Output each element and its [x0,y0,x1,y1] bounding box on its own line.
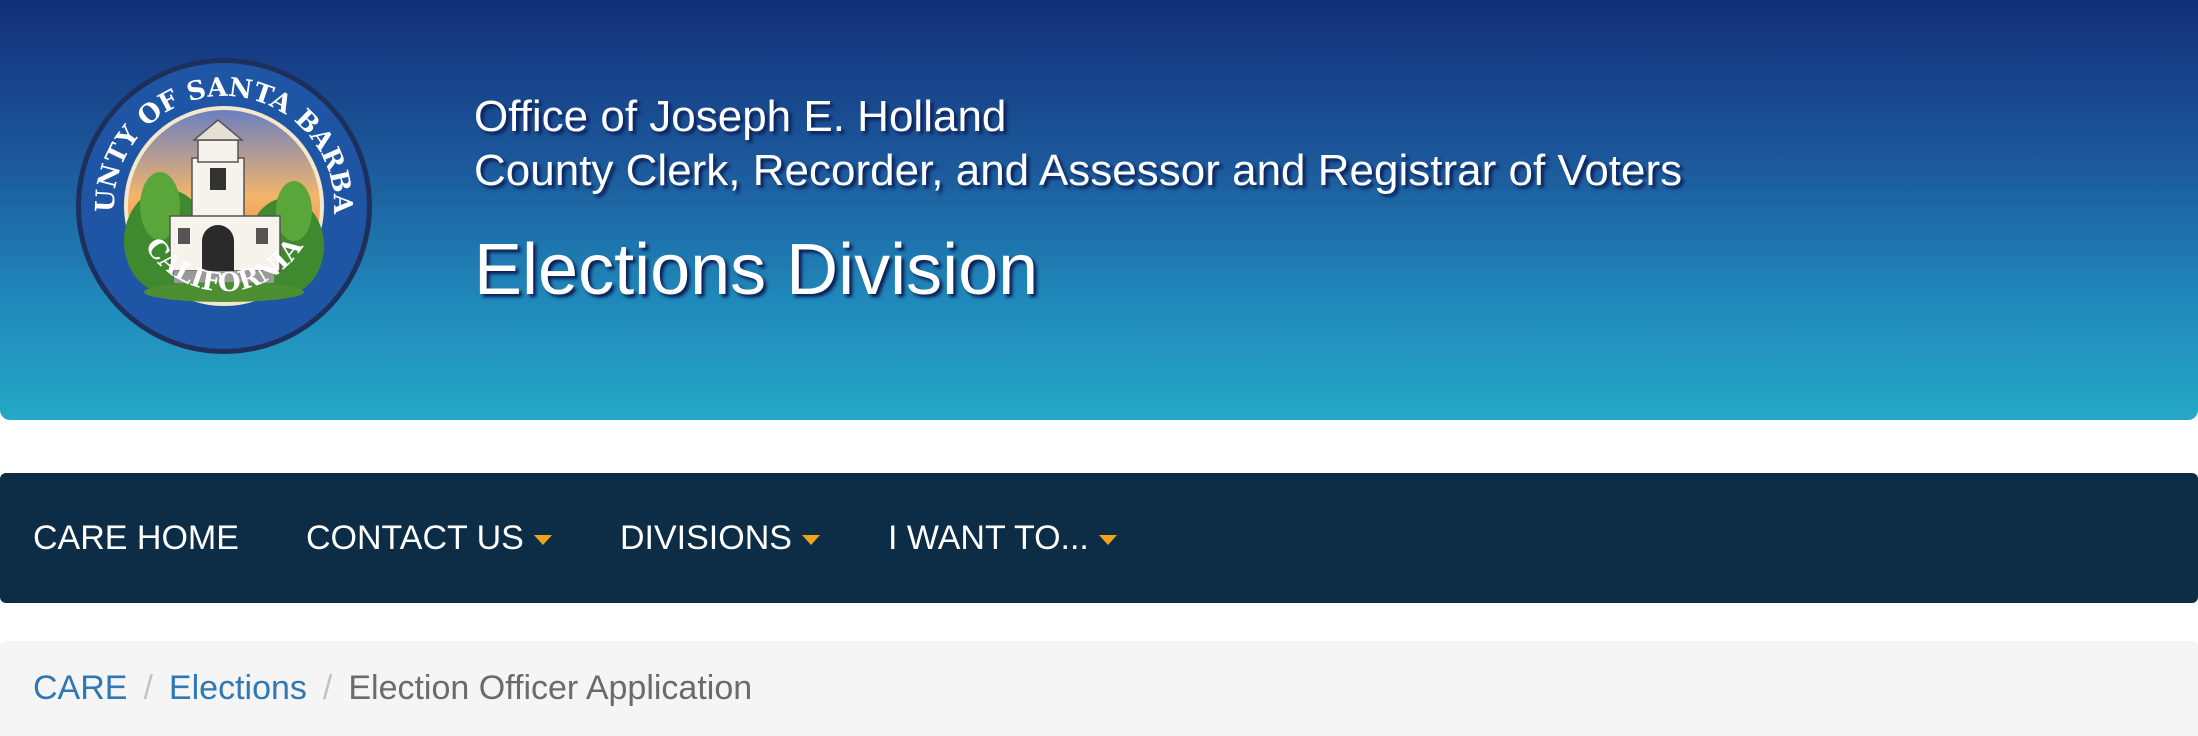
breadcrumb-separator: / [322,669,333,707]
caret-down-icon [533,535,552,545]
nav-item-contact-us[interactable]: CONTACT US [306,473,552,603]
office-title: County Clerk, Recorder, and Assessor and… [474,146,1683,195]
nav-item-label: I WANT TO... [888,518,1089,557]
caret-down-icon [801,535,820,545]
breadcrumb: CARE / Elections / Election Officer Appl… [0,641,2198,736]
office-name: Office of Joseph E. Holland [474,92,1007,141]
nav-item-care-home[interactable]: CARE HOME [33,473,239,603]
caret-down-icon [1098,535,1117,545]
breadcrumb-separator: / [143,669,153,707]
main-navigation: CARE HOME CONTACT US DIVISIONS I WANT TO… [0,473,2198,603]
nav-item-label: CARE HOME [33,518,239,557]
nav-item-label: DIVISIONS [620,518,792,557]
nav-item-divisions[interactable]: DIVISIONS [620,473,820,603]
site-header: COUNTY OF SANTA BARBARA CALIFORNIA Offic… [0,0,2198,420]
county-seal-logo[interactable]: COUNTY OF SANTA BARBARA CALIFORNIA [74,56,374,356]
nav-item-i-want-to[interactable]: I WANT TO... [888,473,1117,603]
nav-item-label: CONTACT US [306,518,524,557]
breadcrumb-link-care[interactable]: CARE [33,669,127,708]
header-text-block: Office of Joseph E. Holland County Clerk… [474,90,1682,312]
page-title: Elections Division [474,230,1039,310]
breadcrumb-current: Election Officer Application [348,669,753,707]
breadcrumb-link-elections[interactable]: Elections [169,669,307,708]
